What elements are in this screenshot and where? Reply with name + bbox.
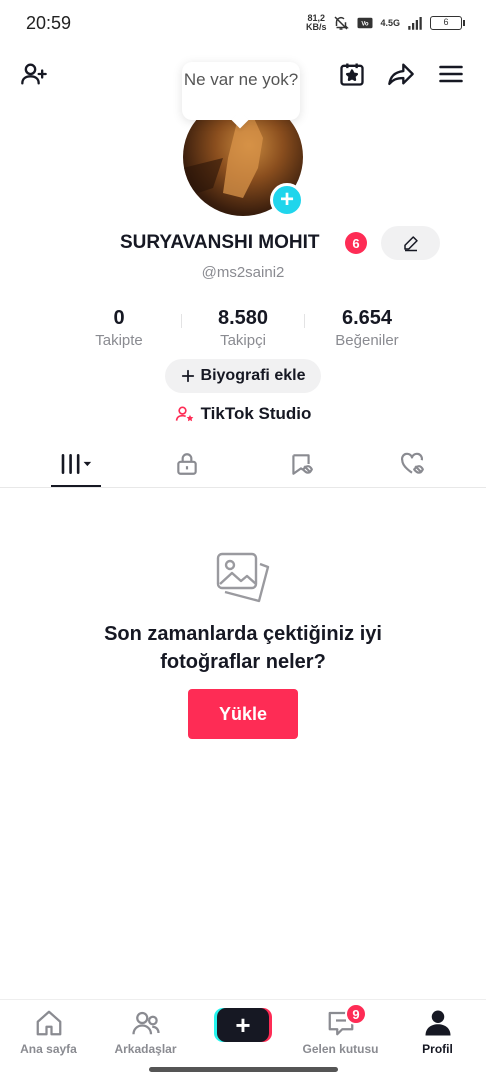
nav-label: Profil xyxy=(422,1042,453,1056)
add-user-icon xyxy=(21,63,47,85)
nav-inbox[interactable]: Gelen kutusu xyxy=(292,1008,389,1056)
profile-stats: 0 Takipte 8.580 Takipçi 6.654 Beğeniler xyxy=(0,306,486,352)
create-button[interactable]: + xyxy=(217,1008,269,1042)
nav-home[interactable]: Ana sayfa xyxy=(0,1008,97,1056)
stat-label: Takipçi xyxy=(220,332,266,349)
volte-icon: Vo xyxy=(357,17,373,29)
nav-label: Arkadaşlar xyxy=(114,1042,177,1056)
home-indicator[interactable] xyxy=(149,1067,338,1072)
photos-icon xyxy=(216,552,270,603)
add-user-button[interactable] xyxy=(18,58,50,90)
tab-active-indicator xyxy=(51,485,101,487)
upload-button[interactable]: Yükle xyxy=(188,689,298,739)
network-speed: 81,2 KB/s xyxy=(305,13,327,32)
stat-divider xyxy=(181,314,182,328)
empty-state-text: Son zamanlarda çektiğiniz iyi fotoğrafla… xyxy=(104,623,382,673)
username: SURYAVANSHI MOHIT xyxy=(120,232,320,253)
studio-icon xyxy=(175,406,193,422)
videos-grid-icon xyxy=(61,454,91,474)
nav-profile[interactable]: Profil xyxy=(389,1008,486,1056)
stat-following[interactable]: 0 Takipte xyxy=(59,306,179,349)
add-avatar-button[interactable]: + xyxy=(270,183,304,217)
user-handle: @ms2saini2 xyxy=(201,264,285,281)
home-icon xyxy=(36,1010,61,1036)
stat-divider xyxy=(304,314,305,328)
edit-profile-button[interactable] xyxy=(381,226,440,260)
inbox-badge: 9 xyxy=(345,1003,367,1025)
nav-label: Ana sayfa xyxy=(20,1042,77,1056)
add-bio-label: Biyografi ekle xyxy=(200,367,306,384)
tiktok-studio-link[interactable]: TikTok Studio xyxy=(0,404,486,424)
lock-icon xyxy=(176,453,197,475)
nav-friends[interactable]: Arkadaşlar xyxy=(97,1008,194,1056)
menu-button[interactable] xyxy=(435,58,467,90)
nav-label: Gelen kutusu xyxy=(302,1042,379,1056)
calendar-star-icon xyxy=(340,63,364,86)
status-time: 20:59 xyxy=(26,13,72,33)
repost-icon xyxy=(291,454,313,475)
friends-icon xyxy=(131,1011,160,1035)
tab-reposts[interactable] xyxy=(240,440,361,488)
status-bubble[interactable]: Ne var ne yok? xyxy=(182,62,300,120)
stat-value: 6.654 xyxy=(341,307,393,329)
status-icons: 81,2 KB/s Vo 4.5G 6 xyxy=(305,13,465,32)
tab-private[interactable] xyxy=(126,440,247,488)
status-bar: 20:59 81,2 KB/s Vo 4.5G 6 xyxy=(0,0,486,48)
content-tabs xyxy=(0,440,486,488)
liked-icon xyxy=(400,452,424,474)
network-type: 4.5G xyxy=(380,18,400,28)
share-icon xyxy=(388,63,414,86)
signal-icon xyxy=(408,17,422,30)
add-bio-button[interactable]: Biyografi ekle xyxy=(165,359,321,393)
profile-icon xyxy=(425,1010,450,1036)
stat-likes[interactable]: 6.654 Beğeniler xyxy=(307,306,427,349)
stat-followers[interactable]: 8.580 Takipçi xyxy=(183,306,303,349)
tab-liked[interactable] xyxy=(351,440,472,488)
menu-icon xyxy=(439,65,463,83)
stat-label: Beğeniler xyxy=(335,332,399,349)
stat-label: Takipte xyxy=(95,332,143,349)
battery-icon: 6 xyxy=(430,16,465,30)
plus-icon xyxy=(181,369,194,383)
share-button[interactable] xyxy=(385,58,417,90)
notification-badge[interactable]: 6 xyxy=(345,232,367,254)
mute-bell-icon xyxy=(334,16,350,30)
pencil-icon xyxy=(403,236,418,252)
studio-label: TikTok Studio xyxy=(200,404,312,423)
tab-videos[interactable] xyxy=(15,440,136,488)
stat-value: 0 xyxy=(113,307,125,329)
svg-text:Vo: Vo xyxy=(362,21,370,27)
stat-value: 8.580 xyxy=(217,307,269,329)
calendar-button[interactable] xyxy=(336,58,368,90)
